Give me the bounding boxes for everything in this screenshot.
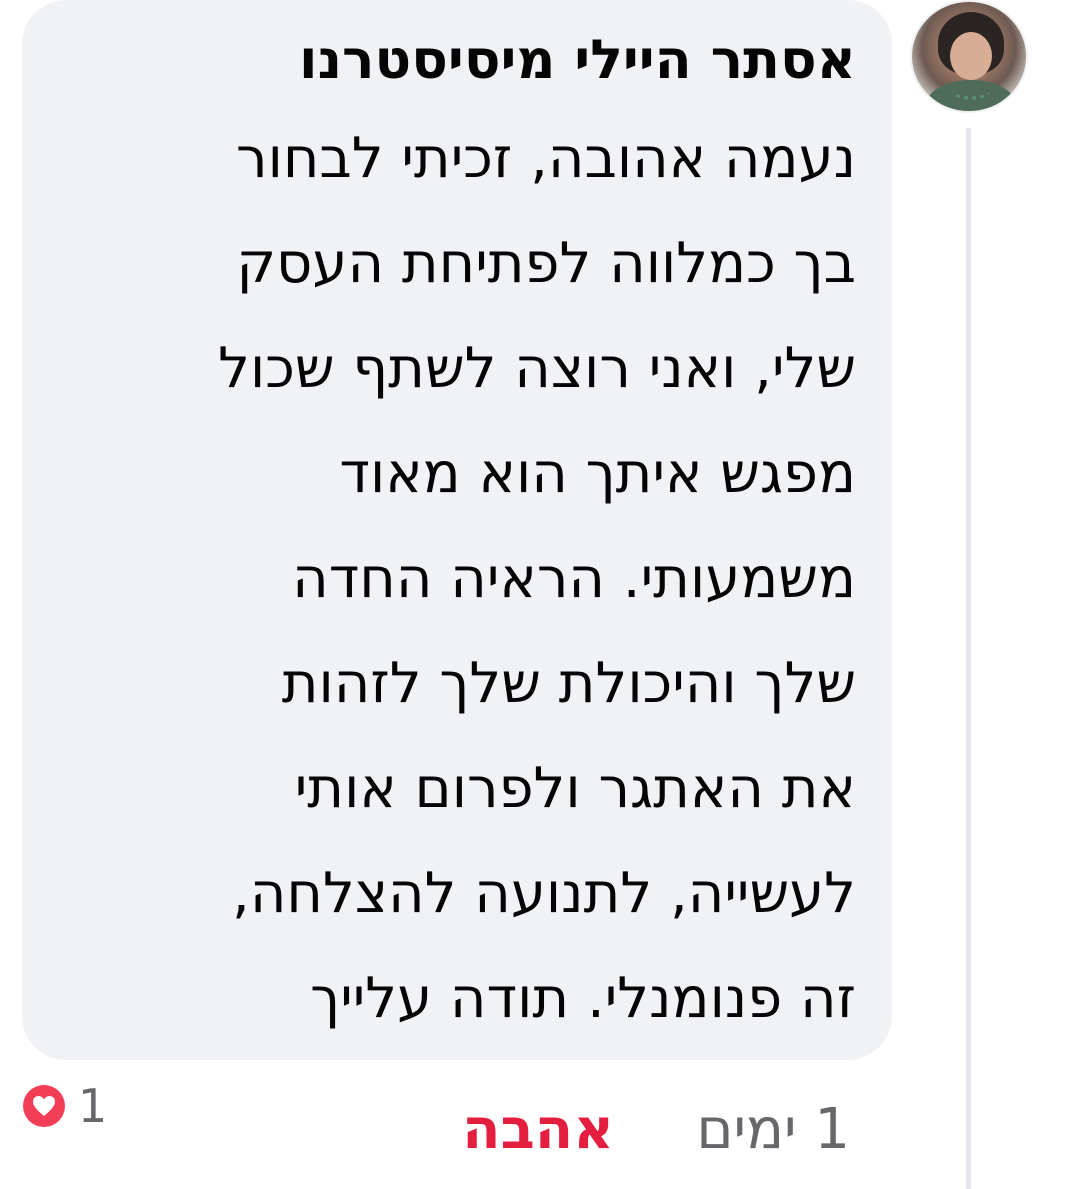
heart-icon [23,1085,65,1127]
author-avatar[interactable] [910,0,1028,113]
reaction-count: 1 [78,1079,108,1133]
avatar-necklace [952,82,990,100]
reaction-summary[interactable]: 1 [20,1078,107,1134]
comment-bubble: אסתר היילי מיסיסטרנו נעמה אהובה, זכיתי ל… [22,0,892,1060]
comment-line: מפגש איתך הוא מאוד [339,441,856,506]
heart-reaction-badge [20,1082,68,1130]
comment-line: שלי, ואני רוצה לשתף שכול [218,336,856,401]
comment-line: לעשייה, לתנועה להצלחה, [232,861,856,926]
reply-thread-line [966,128,971,1189]
comment-line: בך כמלווה לפתיחת העסק [236,231,856,296]
comment-line: זה פנומנלי. תודה עלייך [310,966,856,1031]
avatar-face [950,32,992,80]
author-name[interactable]: אסתר היילי מיסיסטרנו [58,14,856,106]
comment-line: את האתגר ולפרום אותי [294,756,856,821]
love-reaction-button[interactable]: אהבה [462,1090,614,1170]
comment-line: שלך והיכולת שלך לזהות [281,651,856,716]
comment-timestamp[interactable]: 1 ימים [696,1090,850,1170]
comment-line: נעמה אהובה, זכיתי לבחור [235,126,856,191]
comment-line: משמעותי. הראיה החדה [292,546,856,611]
comment-body: נעמה אהובה, זכיתי לבחור בך כמלווה לפתיחת… [58,106,856,1051]
